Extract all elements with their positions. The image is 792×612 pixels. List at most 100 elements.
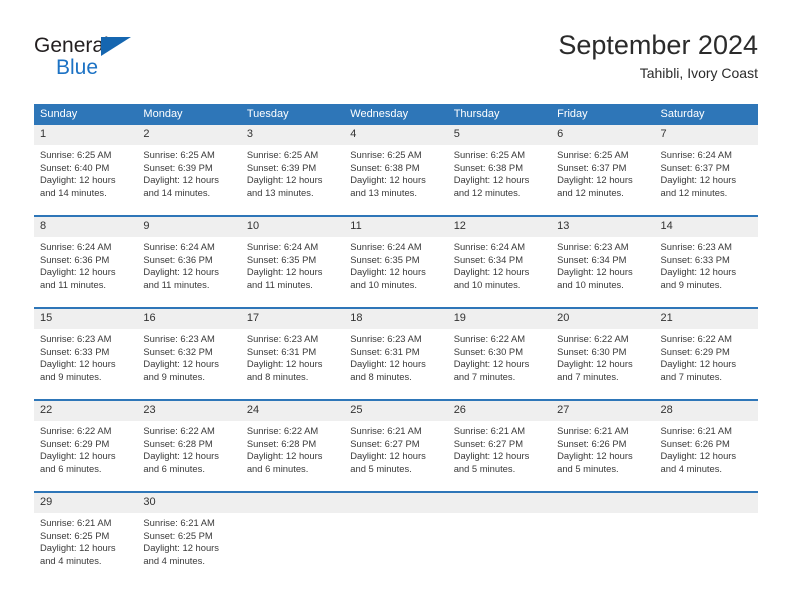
day-number: 25 (344, 401, 448, 421)
calendar-day-cell[interactable]: 28 Sunrise: 6:21 AM Sunset: 6:26 PM Dayligh… (654, 399, 758, 485)
calendar-day-cell-empty (447, 491, 552, 577)
sunset-text: Sunset: 6:27 PM (350, 437, 420, 449)
calendar-day-cell[interactable]: 29 Sunrise: 6:21 AM Sunset: 6:25 PM Dayligh… (34, 491, 138, 577)
day-cell-inner: 4 Sunrise: 6:25 AM Sunset: 6:38 PM Daylight… (344, 125, 448, 209)
calendar-day-cell[interactable]: 2 Sunrise: 6:25 AM Sunset: 6:39 PM Daylight… (137, 125, 241, 209)
calendar-day-cell[interactable]: 26 Sunrise: 6:21 AM Sunset: 6:27 PM Dayligh… (447, 399, 552, 485)
day-details: Sunrise: 6:21 AM Sunset: 6:25 PM Daylight:… (34, 513, 137, 568)
sunrise-text: Sunrise: 6:21 AM (143, 517, 215, 528)
sunrise-text: Sunrise: 6:21 AM (350, 425, 422, 436)
calendar-day-cell[interactable]: 1 Sunrise: 6:25 AM Sunset: 6:40 PM Daylight… (34, 125, 138, 209)
day-cell-inner: 30 Sunrise: 6:21 AM Sunset: 6:25 PM Dayligh… (137, 493, 241, 577)
day-number: 12 (447, 217, 552, 237)
day-cell-inner: 14 Sunrise: 6:23 AM Sunset: 6:33 PM Dayligh… (654, 217, 758, 301)
daylight-text-line2: and 12 minutes. (660, 187, 728, 199)
day-details: Sunrise: 6:25 AM Sunset: 6:39 PM Daylight:… (241, 145, 344, 200)
sunset-text: Sunset: 6:31 PM (350, 345, 420, 357)
daylight-text-line1: Daylight: 12 hours (40, 174, 116, 186)
sunset-text: Sunset: 6:40 PM (40, 161, 110, 173)
calendar-day-cell[interactable]: 22 Sunrise: 6:22 AM Sunset: 6:29 PM Dayligh… (34, 399, 138, 485)
day-number: 20 (551, 309, 655, 329)
daylight-text-line1: Daylight: 12 hours (143, 358, 219, 370)
sunset-text: Sunset: 6:37 PM (660, 161, 730, 173)
sunset-text: Sunset: 6:30 PM (557, 345, 627, 357)
general-blue-logo[interactable]: General Blue (34, 34, 144, 82)
calendar-day-cell[interactable]: 18 Sunrise: 6:23 AM Sunset: 6:31 PM Dayligh… (344, 307, 448, 393)
sunrise-text: Sunrise: 6:21 AM (40, 517, 112, 528)
sunset-text: Sunset: 6:33 PM (660, 253, 730, 265)
calendar-day-cell[interactable]: 20 Sunrise: 6:22 AM Sunset: 6:30 PM Dayligh… (551, 307, 655, 393)
day-number: 7 (654, 125, 758, 145)
weekday-header-sunday: Sunday (34, 104, 138, 125)
weekday-header-thursday: Thursday (447, 104, 552, 125)
calendar-day-cell[interactable]: 3 Sunrise: 6:25 AM Sunset: 6:39 PM Daylight… (240, 125, 345, 209)
sunrise-text: Sunrise: 6:25 AM (143, 149, 215, 160)
daylight-text-line1: Daylight: 12 hours (143, 266, 219, 278)
day-cell-inner (447, 493, 552, 577)
calendar-day-cell[interactable]: 19 Sunrise: 6:22 AM Sunset: 6:30 PM Dayligh… (447, 307, 552, 393)
day-details: Sunrise: 6:24 AM Sunset: 6:36 PM Daylight:… (137, 237, 240, 292)
day-cell-inner: 1 Sunrise: 6:25 AM Sunset: 6:40 PM Daylight… (34, 125, 138, 209)
calendar-table: Sunday Monday Tuesday Wednesday Thursday… (34, 104, 758, 577)
calendar-day-cell[interactable]: 4 Sunrise: 6:25 AM Sunset: 6:38 PM Daylight… (344, 125, 448, 209)
calendar-day-cell[interactable]: 27 Sunrise: 6:21 AM Sunset: 6:26 PM Dayligh… (551, 399, 655, 485)
day-number: 16 (137, 309, 241, 329)
calendar-day-cell[interactable]: 15 Sunrise: 6:23 AM Sunset: 6:33 PM Dayligh… (34, 307, 138, 393)
calendar-day-cell[interactable]: 8 Sunrise: 6:24 AM Sunset: 6:36 PM Daylight… (34, 215, 138, 301)
calendar-day-cell[interactable]: 24 Sunrise: 6:22 AM Sunset: 6:28 PM Dayligh… (240, 399, 345, 485)
day-details: Sunrise: 6:25 AM Sunset: 6:38 PM Daylight:… (344, 145, 447, 200)
sunrise-text: Sunrise: 6:23 AM (350, 333, 422, 344)
daylight-text-line2: and 8 minutes. (246, 371, 309, 383)
day-number: 19 (447, 309, 552, 329)
sunrise-text: Sunrise: 6:24 AM (350, 241, 422, 252)
calendar-day-cell[interactable]: 16 Sunrise: 6:23 AM Sunset: 6:32 PM Dayligh… (137, 307, 241, 393)
day-details: Sunrise: 6:22 AM Sunset: 6:28 PM Daylight:… (241, 421, 344, 476)
daylight-text-line2: and 12 minutes. (453, 187, 521, 199)
day-number: 8 (34, 217, 138, 237)
sunset-text: Sunset: 6:26 PM (660, 437, 730, 449)
calendar-day-cell[interactable]: 21 Sunrise: 6:22 AM Sunset: 6:29 PM Dayligh… (654, 307, 758, 393)
calendar-day-cell[interactable]: 25 Sunrise: 6:21 AM Sunset: 6:27 PM Dayligh… (344, 399, 448, 485)
day-cell-inner: 24 Sunrise: 6:22 AM Sunset: 6:28 PM Dayligh… (240, 401, 345, 485)
calendar-day-cell[interactable]: 5 Sunrise: 6:25 AM Sunset: 6:38 PM Daylight… (447, 125, 552, 209)
day-number: 30 (137, 493, 241, 513)
calendar-day-cell[interactable]: 13 Sunrise: 6:23 AM Sunset: 6:34 PM Dayligh… (551, 215, 655, 301)
day-details: Sunrise: 6:24 AM Sunset: 6:35 PM Daylight:… (241, 237, 344, 292)
sunset-text: Sunset: 6:29 PM (660, 345, 730, 357)
calendar-day-cell[interactable]: 23 Sunrise: 6:22 AM Sunset: 6:28 PM Dayligh… (137, 399, 241, 485)
week-spacer (34, 485, 758, 492)
weekday-header-tuesday: Tuesday (240, 104, 345, 125)
day-details: Sunrise: 6:24 AM Sunset: 6:35 PM Daylight:… (344, 237, 447, 292)
sunset-text: Sunset: 6:25 PM (143, 529, 213, 541)
sunset-text: Sunset: 6:34 PM (453, 253, 523, 265)
daylight-text-line1: Daylight: 12 hours (40, 450, 116, 462)
day-cell-inner: 27 Sunrise: 6:21 AM Sunset: 6:26 PM Dayligh… (551, 401, 655, 485)
calendar-day-cell[interactable]: 9 Sunrise: 6:24 AM Sunset: 6:36 PM Daylight… (137, 215, 241, 301)
weekday-header-monday: Monday (137, 104, 241, 125)
calendar-day-cell[interactable]: 10 Sunrise: 6:24 AM Sunset: 6:35 PM Dayligh… (240, 215, 345, 301)
calendar-day-cell[interactable]: 14 Sunrise: 6:23 AM Sunset: 6:33 PM Dayligh… (654, 215, 758, 301)
day-cell-inner: 29 Sunrise: 6:21 AM Sunset: 6:25 PM Dayligh… (34, 493, 138, 577)
day-cell-inner: 19 Sunrise: 6:22 AM Sunset: 6:30 PM Dayligh… (447, 309, 552, 393)
calendar-header-row: Sunday Monday Tuesday Wednesday Thursday… (34, 104, 758, 125)
day-number: 18 (344, 309, 448, 329)
day-number: 23 (137, 401, 241, 421)
day-number: 17 (240, 309, 345, 329)
calendar-day-cell[interactable]: 7 Sunrise: 6:24 AM Sunset: 6:37 PM Daylight… (654, 125, 758, 209)
daylight-text-line1: Daylight: 12 hours (350, 174, 426, 186)
daylight-text-line1: Daylight: 12 hours (40, 542, 116, 554)
daylight-text-line2: and 12 minutes. (557, 187, 624, 199)
day-number: 21 (654, 309, 758, 329)
daylight-text-line1: Daylight: 12 hours (557, 358, 633, 370)
day-cell-inner: 21 Sunrise: 6:22 AM Sunset: 6:29 PM Dayligh… (654, 309, 758, 393)
calendar-day-cell[interactable]: 12 Sunrise: 6:24 AM Sunset: 6:34 PM Dayligh… (447, 215, 552, 301)
page-title: September 2024 (558, 30, 758, 60)
calendar-day-cell[interactable]: 30 Sunrise: 6:21 AM Sunset: 6:25 PM Dayligh… (137, 491, 241, 577)
day-details: Sunrise: 6:22 AM Sunset: 6:30 PM Daylight:… (551, 329, 654, 384)
calendar-day-cell[interactable]: 17 Sunrise: 6:23 AM Sunset: 6:31 PM Dayligh… (240, 307, 345, 393)
calendar-day-cell-empty (654, 491, 758, 577)
calendar-day-cell[interactable]: 11 Sunrise: 6:24 AM Sunset: 6:35 PM Dayligh… (344, 215, 448, 301)
calendar-day-cell[interactable]: 6 Sunrise: 6:25 AM Sunset: 6:37 PM Daylight… (551, 125, 655, 209)
day-number (447, 493, 552, 513)
day-details: Sunrise: 6:23 AM Sunset: 6:31 PM Daylight:… (241, 329, 344, 384)
